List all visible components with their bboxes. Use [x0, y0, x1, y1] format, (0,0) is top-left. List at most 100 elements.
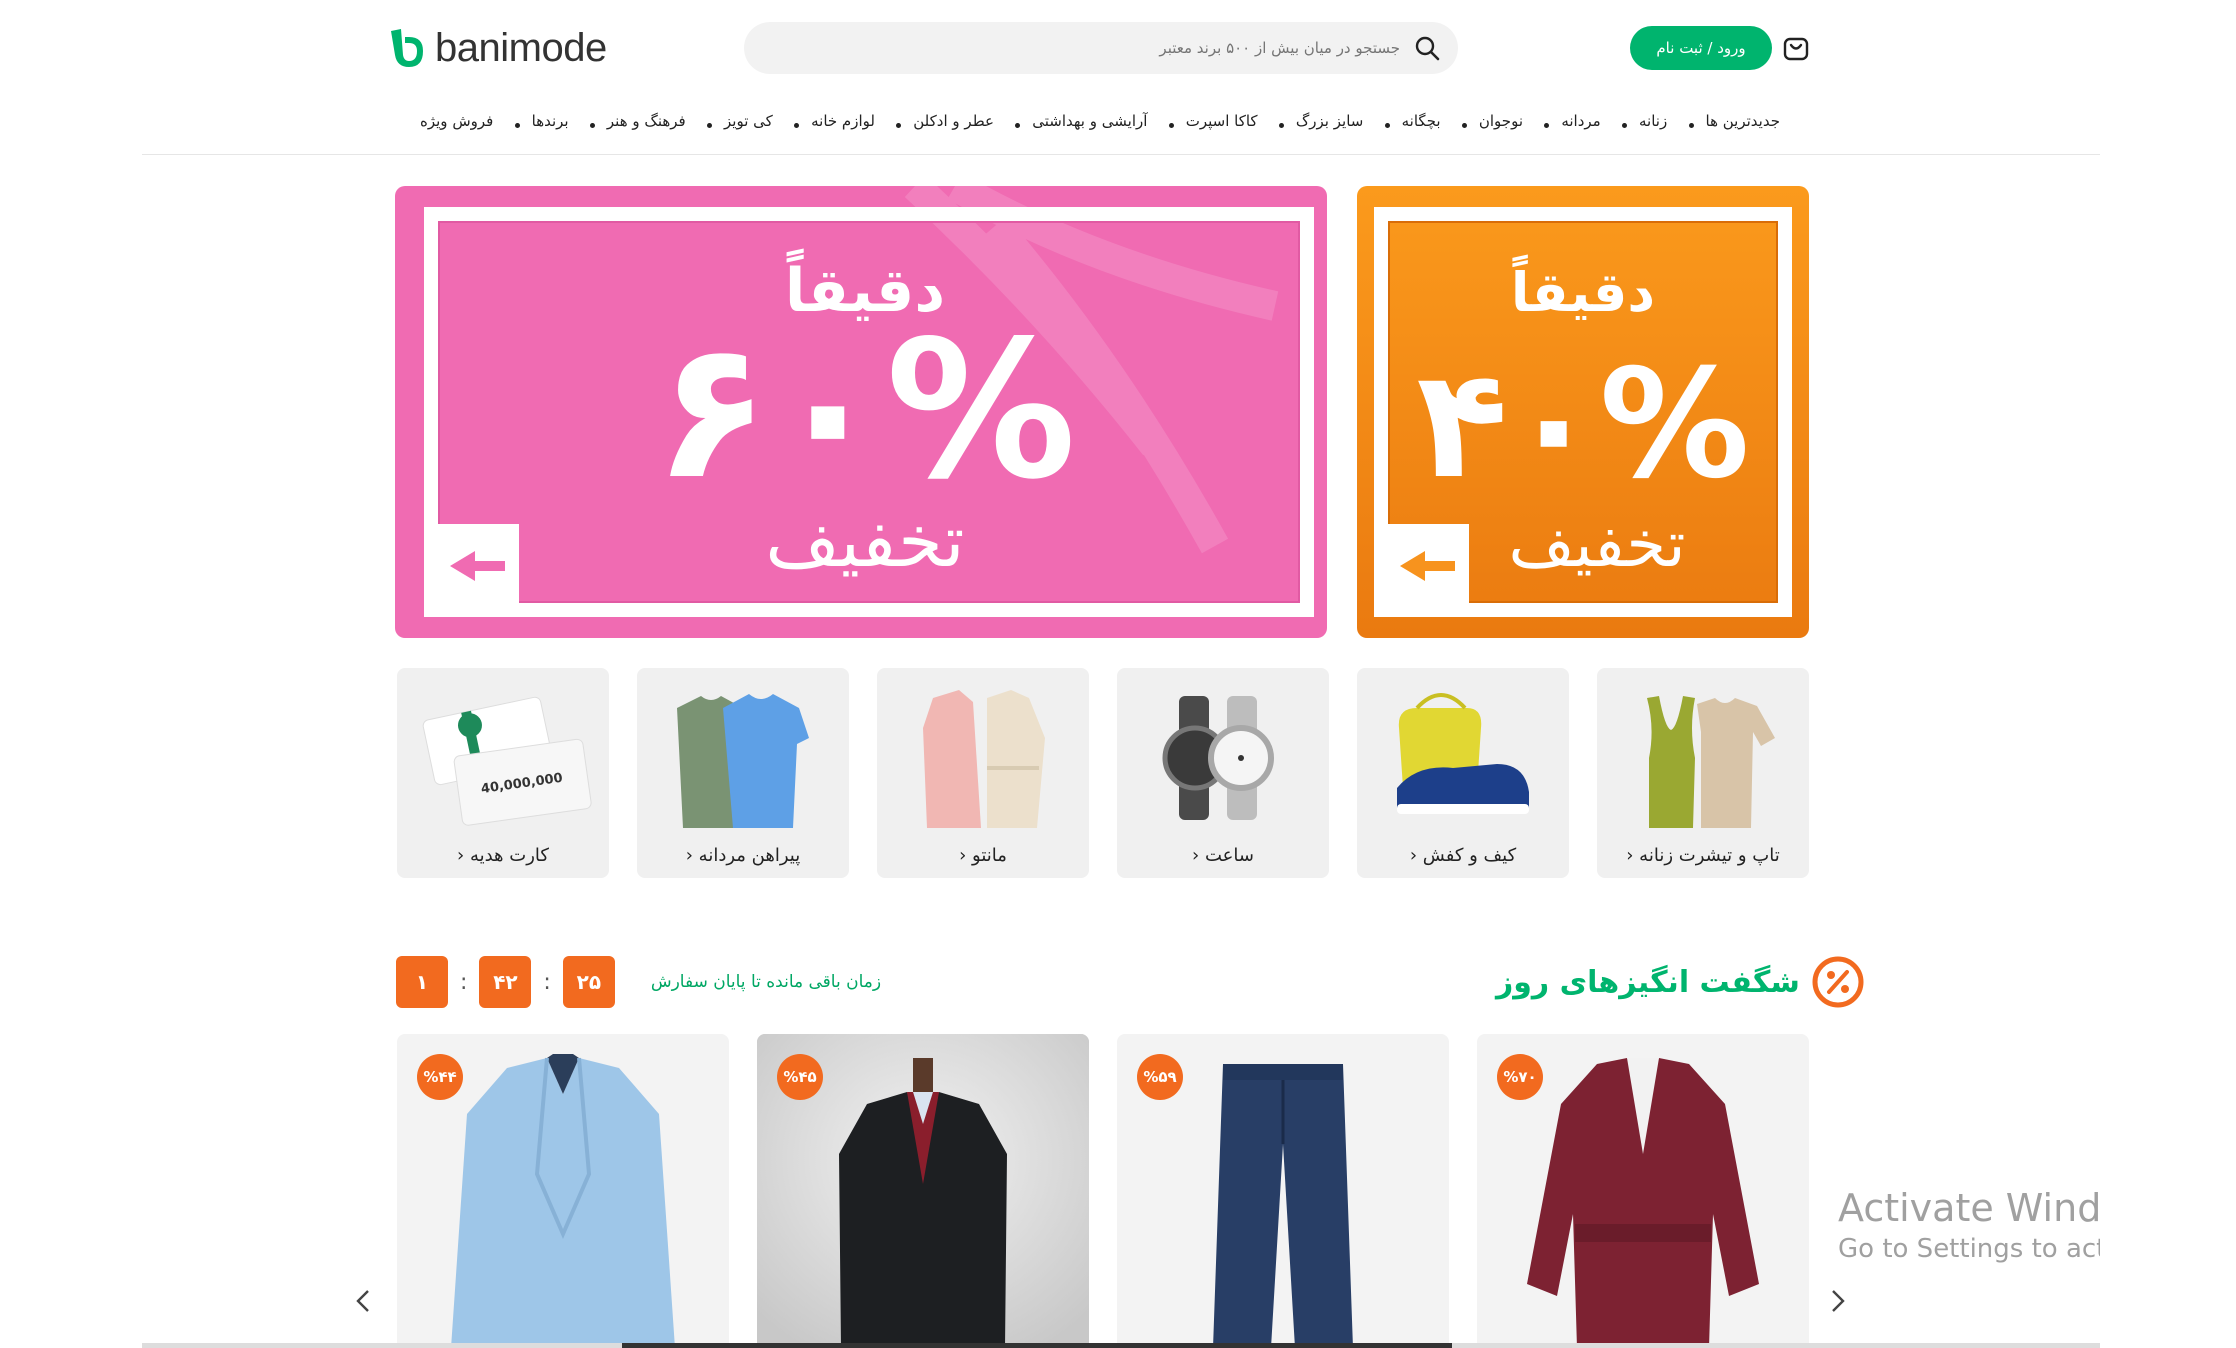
carousel-prev-arrow[interactable] [349, 1286, 379, 1316]
nav-item[interactable]: کاکا اسپرت [1157, 112, 1258, 130]
nav-item[interactable]: زنانه [1610, 112, 1667, 130]
scrollbar-thumb[interactable] [622, 1343, 1452, 1348]
search-icon[interactable] [1412, 33, 1442, 63]
product-card-blazer-blue[interactable]: %۴۴ [397, 1034, 729, 1348]
nav-separator-dot [1688, 122, 1694, 128]
nav-separator-dot [896, 122, 902, 128]
nav-item-label: برندها [531, 112, 569, 130]
discount-badge: %۴۵ [777, 1054, 823, 1100]
carousel-next-arrow[interactable] [1822, 1286, 1852, 1316]
category-manto[interactable]: مانتو ‹ [877, 668, 1089, 878]
watch-icon [1162, 696, 1274, 820]
bag-shoe-icon [1397, 693, 1529, 814]
category-label: کیف و کفش ‹ [1409, 845, 1517, 866]
product-card-men-coat[interactable]: %۴۵ [757, 1034, 1089, 1348]
nav-item-label: آرایشی و بهداشتی [1032, 112, 1148, 130]
timer-separator: : [460, 969, 468, 995]
nav-separator-dot [1544, 122, 1550, 128]
promo-banner-40[interactable]: دقیقاً ۴۰% تخفیف [1357, 186, 1809, 638]
amazing-offers-title: شگفت انگیزهای روز [1496, 950, 1866, 1014]
countdown-timer: ۱ : ۴۲ : ۲۵ زمان باقی مانده تا پایان سفا… [396, 956, 881, 1008]
nav-item-label: لوازم خانه [811, 112, 875, 130]
header-divider [142, 154, 2100, 155]
banner-60-bottom-text: تخفیف [765, 499, 964, 583]
nav-item[interactable]: فروش ویژه [420, 112, 493, 130]
nav-separator-dot [1278, 122, 1284, 128]
category-tshirt[interactable]: تاپ و تیشرت زنانه ‹ [1597, 668, 1809, 878]
nav-item-label: زنانه [1638, 112, 1668, 130]
nav-item-label: کی تویز [724, 112, 773, 130]
nav-separator-dot [1621, 122, 1627, 128]
nav-separator-dot [794, 122, 800, 128]
logo-text: banimode [435, 25, 607, 70]
product-card-jeans[interactable]: %۵۹ [1117, 1034, 1449, 1348]
nav-item-label: مردانه [1561, 112, 1601, 130]
nav-separator-dot [707, 122, 713, 128]
discount-badge: %۵۹ [1137, 1054, 1183, 1100]
nav-item[interactable]: برندها [503, 112, 569, 130]
nav-item[interactable]: مردانه [1532, 112, 1601, 130]
logo-icon [391, 29, 423, 67]
category-label: مانتو ‹ [959, 845, 1007, 866]
category-men-shirt[interactable]: پیراهن مردانه ‹ [637, 668, 849, 878]
nav-separator-dot [1015, 122, 1021, 128]
nav-item[interactable]: عطر و ادکلن [884, 112, 994, 130]
timer-separator: : [543, 969, 551, 995]
discount-icon [1812, 956, 1864, 1008]
nav-item-label: کاکا اسپرت [1185, 112, 1258, 130]
windows-activation-watermark: Activate Windo Go to Settings to act [1838, 1186, 2100, 1276]
nav-item-label: بچگانه [1401, 112, 1441, 130]
timer-seconds: ۲۵ [562, 956, 615, 1008]
horizontal-scrollbar[interactable] [142, 1343, 2100, 1348]
discount-badge: %۴۴ [417, 1054, 463, 1100]
nav-item-label: جدیدترین ها [1705, 112, 1781, 130]
watermark-line2: Go to Settings to act [1838, 1234, 2100, 1264]
nav-item-label: عطر و ادکلن [913, 112, 994, 130]
manto-icon [923, 690, 1045, 828]
nav-separator-dot [1168, 122, 1174, 128]
nav-item-label: فروش ویژه [420, 112, 494, 130]
nav-item[interactable]: کی تویز [695, 112, 773, 130]
nav-item-label: فرهنگ و هنر [606, 112, 686, 130]
nav-separator-dot [589, 122, 595, 128]
cart-button[interactable] [1778, 30, 1814, 66]
timer-label: زمان باقی مانده تا پایان سفارش [650, 972, 882, 992]
search-bar[interactable] [744, 22, 1458, 74]
search-input[interactable] [760, 28, 1400, 68]
category-gift-card[interactable]: 40,000,000 کارت هدیه ‹ [397, 668, 609, 878]
nav-separator-dot [1384, 122, 1390, 128]
nav-item[interactable]: نوجوان [1450, 112, 1523, 130]
watermark-line1: Activate Windo [1838, 1186, 2100, 1230]
category-label: تاپ و تیشرت زنانه ‹ [1626, 845, 1780, 866]
main-nav: جدیدترین ها زنانه مردانه نوجوان بچگانه سایز ب… [420, 106, 1780, 136]
gift-card-icon: 40,000,000 [422, 696, 592, 826]
timer-hours: ۱ [396, 956, 448, 1008]
banner-60-graphic: دقیقاً ۶۰% تخفیف [395, 186, 1327, 638]
product-card-coat-burgundy[interactable]: %۷۰ [1477, 1034, 1809, 1348]
category-label: ساعت ‹ [1192, 845, 1254, 866]
nav-item[interactable]: آرایشی و بهداشتی [1003, 112, 1147, 130]
nav-separator-dot [514, 122, 520, 128]
category-label: کارت هدیه ‹ [457, 845, 549, 866]
nav-item-label: نوجوان [1478, 112, 1524, 130]
nav-item-label: سایز بزرگ [1295, 112, 1364, 130]
banner-60-percent: ۶۰% [654, 300, 1076, 521]
banner-40-graphic: دقیقاً ۴۰% تخفیف [1357, 186, 1809, 638]
login-button[interactable]: ورود / ثبت نام [1630, 26, 1772, 70]
nav-separator-dot [1461, 122, 1467, 128]
cart-icon [1783, 37, 1809, 61]
timer-minutes: ۴۲ [479, 956, 532, 1008]
nav-item[interactable]: لوازم خانه [782, 112, 875, 130]
nav-item[interactable]: بچگانه [1373, 112, 1441, 130]
nav-item[interactable]: جدیدترین ها [1677, 112, 1781, 130]
category-bag-shoes[interactable]: کیف و کفش ‹ [1357, 668, 1569, 878]
shirt-icon [677, 694, 809, 828]
category-label: پیراهن مردانه ‹ [685, 845, 801, 866]
banner-40-top-text: دقیقاً [1511, 254, 1655, 324]
promo-banner-60[interactable]: دقیقاً ۶۰% تخفیف [395, 186, 1327, 638]
site-logo[interactable]: banimode [387, 24, 607, 72]
category-watch[interactable]: ساعت ‹ [1117, 668, 1329, 878]
nav-item[interactable]: فرهنگ و هنر [578, 112, 686, 130]
nav-item[interactable]: سایز بزرگ [1267, 112, 1363, 130]
tshirt-icon [1647, 696, 1775, 828]
